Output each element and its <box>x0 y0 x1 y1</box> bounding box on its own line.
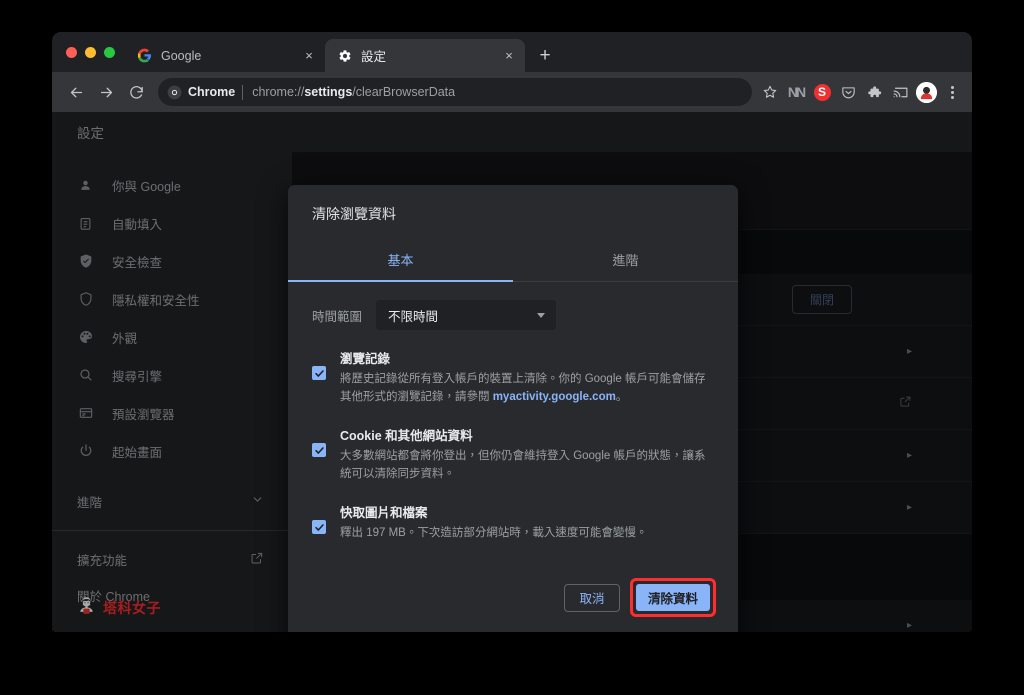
data-type-cached-files[interactable]: 快取圖片和檔案 釋出 197 MB。下次造訪部分網站時，載入速度可能會變慢。 <box>312 500 714 558</box>
time-range-row: 時間範圍 不限時間 <box>312 300 714 330</box>
tab-title: Google <box>161 48 202 63</box>
checkbox-cached-files[interactable] <box>312 520 326 534</box>
chrome-chip: Chrome <box>167 85 235 100</box>
new-tab-button[interactable]: + <box>531 41 559 69</box>
chip-divider <box>242 84 244 100</box>
browser-window: Google × 設定 × + Chrome chrome://settings… <box>52 32 972 632</box>
address-bar[interactable]: Chrome chrome://settings/clearBrowserDat… <box>158 78 752 106</box>
address-bar-url: chrome://settings/clearBrowserData <box>252 85 456 99</box>
clear-browsing-data-dialog: 清除瀏覽資料 基本 進階 時間範圍 不限時間 瀏覽記錄 將歷史記錄從所有登入帳戶… <box>288 185 738 632</box>
tab-strip: Google × 設定 × + <box>52 32 972 72</box>
myactivity-link[interactable]: myactivity.google.com <box>493 391 616 403</box>
tab-advanced[interactable]: 進階 <box>513 239 738 281</box>
tab-label: 基本 <box>387 253 414 268</box>
checkbox-cookies[interactable] <box>312 443 326 457</box>
dialog-actions: 取消 清除資料 <box>288 562 738 632</box>
clear-data-highlight: 清除資料 <box>629 578 716 618</box>
tab-label: 進階 <box>612 253 639 268</box>
extension-s-icon[interactable]: S <box>810 80 834 104</box>
extension-n-icon[interactable]: ΝΝ <box>784 80 808 104</box>
settings-page: 設定 你與 Google 自動填入 安全檢查 隱私權和安全性 外觀 搜尋引擎 預… <box>52 112 972 632</box>
item-description: 將歷史記錄從所有登入帳戶的裝置上清除。你的 Google 帳戶可能會儲存其他形式… <box>340 372 706 404</box>
cast-icon[interactable] <box>888 80 912 104</box>
bookmark-star-icon[interactable] <box>758 80 782 104</box>
clear-data-button[interactable]: 清除資料 <box>635 584 710 612</box>
dialog-body: 時間範圍 不限時間 瀏覽記錄 將歷史記錄從所有登入帳戶的裝置上清除。你的 Goo <box>288 282 738 562</box>
time-range-value: 不限時間 <box>388 309 439 324</box>
reload-icon[interactable] <box>122 78 150 106</box>
data-type-cookies[interactable]: Cookie 和其他網站資料 大多數網站都會將你登出，但你仍會維持登入 Goog… <box>312 423 714 500</box>
forward-icon[interactable] <box>92 78 120 106</box>
gear-icon <box>337 48 352 63</box>
window-traffic-lights <box>62 32 125 72</box>
window-maximize-button[interactable] <box>104 46 115 58</box>
dialog-title: 清除瀏覽資料 <box>312 206 396 222</box>
three-dot-menu-icon[interactable] <box>940 80 964 104</box>
chrome-chip-label: Chrome <box>188 85 236 99</box>
dialog-tabs: 基本 進階 <box>288 239 738 282</box>
chrome-logo-icon <box>167 85 182 99</box>
data-type-list: 瀏覽記錄 將歷史記錄從所有登入帳戶的裝置上清除。你的 Google 帳戶可能會儲… <box>312 330 714 558</box>
tab-basic[interactable]: 基本 <box>288 239 513 282</box>
close-icon[interactable]: × <box>501 48 517 64</box>
tab-settings[interactable]: 設定 × <box>325 39 525 72</box>
chevron-down-icon <box>537 312 546 318</box>
google-icon <box>137 48 152 63</box>
close-icon[interactable]: × <box>301 48 317 64</box>
item-description: 釋出 197 MB。下次造訪部分網站時，載入速度可能會變慢。 <box>340 526 648 539</box>
window-minimize-button[interactable] <box>85 46 96 58</box>
item-title: 快取圖片和檔案 <box>340 506 428 520</box>
checkbox-browsing-history[interactable] <box>312 366 326 380</box>
pocket-icon[interactable] <box>836 80 860 104</box>
avatar-icon[interactable] <box>914 80 938 104</box>
item-description: 大多數網站都會將你登出，但你仍會維持登入 Google 帳戶的狀態，讓系統可以清… <box>340 449 706 481</box>
browser-toolbar: Chrome chrome://settings/clearBrowserDat… <box>52 72 972 112</box>
item-title: Cookie 和其他網站資料 <box>340 429 473 443</box>
back-icon[interactable] <box>62 78 90 106</box>
item-title: 瀏覽記錄 <box>340 352 391 366</box>
time-range-select[interactable]: 不限時間 <box>376 300 557 330</box>
data-type-browsing-history[interactable]: 瀏覽記錄 將歷史記錄從所有登入帳戶的裝置上清除。你的 Google 帳戶可能會儲… <box>312 346 714 423</box>
time-range-label: 時間範圍 <box>312 309 363 324</box>
cancel-button[interactable]: 取消 <box>563 583 620 612</box>
puzzle-extensions-icon[interactable] <box>862 80 886 104</box>
tab-google[interactable]: Google × <box>125 39 325 72</box>
tab-title: 設定 <box>361 50 387 64</box>
window-close-button[interactable] <box>66 46 77 58</box>
